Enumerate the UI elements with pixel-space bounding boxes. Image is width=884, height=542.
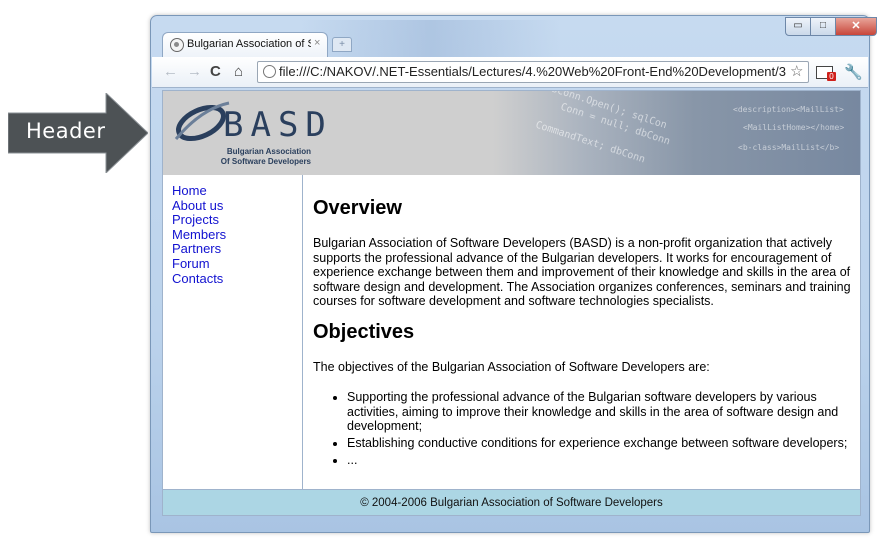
page-icon	[170, 38, 184, 52]
basd-logo[interactable]: BASD Bulgarian Association Of Software D…	[171, 97, 326, 169]
browser-window: ▭ □ ✕ Bulgarian Association of Software …	[150, 15, 877, 533]
menu-item-members: Members	[172, 227, 302, 243]
list-item: Supporting the professional advance of t…	[347, 390, 860, 434]
menu-item-partners: Partners	[172, 242, 302, 257]
menu-item-about-us: About us	[172, 198, 302, 214]
menu-link-home[interactable]: Home	[172, 183, 207, 198]
star-icon[interactable]: ☆	[790, 62, 803, 80]
list-item: ...	[347, 453, 860, 468]
menu-link-partners[interactable]: Partners	[172, 241, 221, 257]
extension-icon[interactable]: 0	[816, 66, 836, 81]
browser-tab[interactable]: Bulgarian Association of Software Develo…	[162, 32, 328, 57]
browser-toolbar: ← → C ⌂ file:///C:/NAKOV/.NET-Essentials…	[152, 57, 868, 88]
site-footer: © 2004-2006 Bulgarian Association of Sof…	[163, 489, 860, 515]
banner-decoration: <description><MailList>	[733, 105, 844, 114]
page-icon	[263, 65, 276, 78]
objectives-list: Supporting the professional advance of t…	[331, 390, 860, 470]
new-tab-button[interactable]: +	[332, 37, 352, 52]
objectives-heading: Objectives	[313, 321, 415, 343]
main-content: Overview Bulgarian Association of Softwa…	[313, 175, 853, 490]
banner-decoration: <MailListHome></home>	[743, 123, 845, 132]
minimize-button[interactable]: ▭	[785, 17, 811, 36]
maximize-button[interactable]: □	[810, 17, 836, 36]
menu-link-about-us[interactable]: About us	[172, 198, 223, 213]
menu-item-home: Home	[172, 183, 302, 199]
extension-badge: 0	[827, 72, 836, 81]
menu-item-contacts: Contacts	[172, 271, 302, 287]
logo-text: BASD	[223, 105, 333, 145]
address-bar[interactable]: file:///C:/NAKOV/.NET-Essentials/Lecture…	[257, 61, 809, 83]
logo-subtitle: Bulgarian Association Of Software Develo…	[181, 147, 311, 167]
logo-swoosh-icon	[174, 101, 230, 142]
menu-link-forum[interactable]: Forum	[172, 256, 210, 271]
logo-subtitle-line: Bulgarian Association	[226, 147, 311, 156]
menu-link-projects[interactable]: Projects	[172, 212, 219, 227]
banner-decoration: <b-class>MailList</b>	[738, 143, 840, 152]
overview-paragraph: Bulgarian Association of Software Develo…	[313, 236, 851, 309]
objectives-intro: The objectives of the Bulgarian Associat…	[313, 360, 710, 374]
site-header: dbConn.Open(); sqlCon Conn = null; dbCon…	[163, 91, 860, 175]
menu-link-members[interactable]: Members	[172, 227, 226, 242]
address-text[interactable]: file:///C:/NAKOV/.NET-Essentials/Lecture…	[279, 64, 787, 79]
logo-subtitle-line: Of Software Developers	[220, 157, 311, 166]
close-button[interactable]: ✕	[835, 17, 877, 36]
tab-title: Bulgarian Association of Software Develo…	[187, 38, 311, 50]
back-arrow-icon[interactable]: ←	[163, 63, 178, 80]
menu-link-contacts[interactable]: Contacts	[172, 271, 223, 286]
header-callout: Header	[8, 93, 148, 173]
home-icon[interactable]: ⌂	[234, 63, 243, 80]
menu-item-projects: Projects	[172, 212, 302, 228]
wrench-icon[interactable]: 🔧	[844, 63, 863, 81]
callout-label: Header	[26, 119, 106, 143]
tab-close-icon[interactable]: ×	[314, 37, 320, 49]
overview-heading: Overview	[313, 197, 402, 219]
nav-menu: Home About us Projects Members Partners …	[163, 175, 302, 286]
list-item: Establishing conductive conditions for e…	[347, 436, 860, 451]
page-viewport: dbConn.Open(); sqlCon Conn = null; dbCon…	[162, 90, 861, 516]
reload-icon[interactable]: C	[210, 63, 221, 80]
sidebar: Home About us Projects Members Partners …	[163, 175, 303, 490]
forward-arrow-icon[interactable]: →	[187, 63, 202, 80]
menu-item-forum: Forum	[172, 256, 302, 272]
